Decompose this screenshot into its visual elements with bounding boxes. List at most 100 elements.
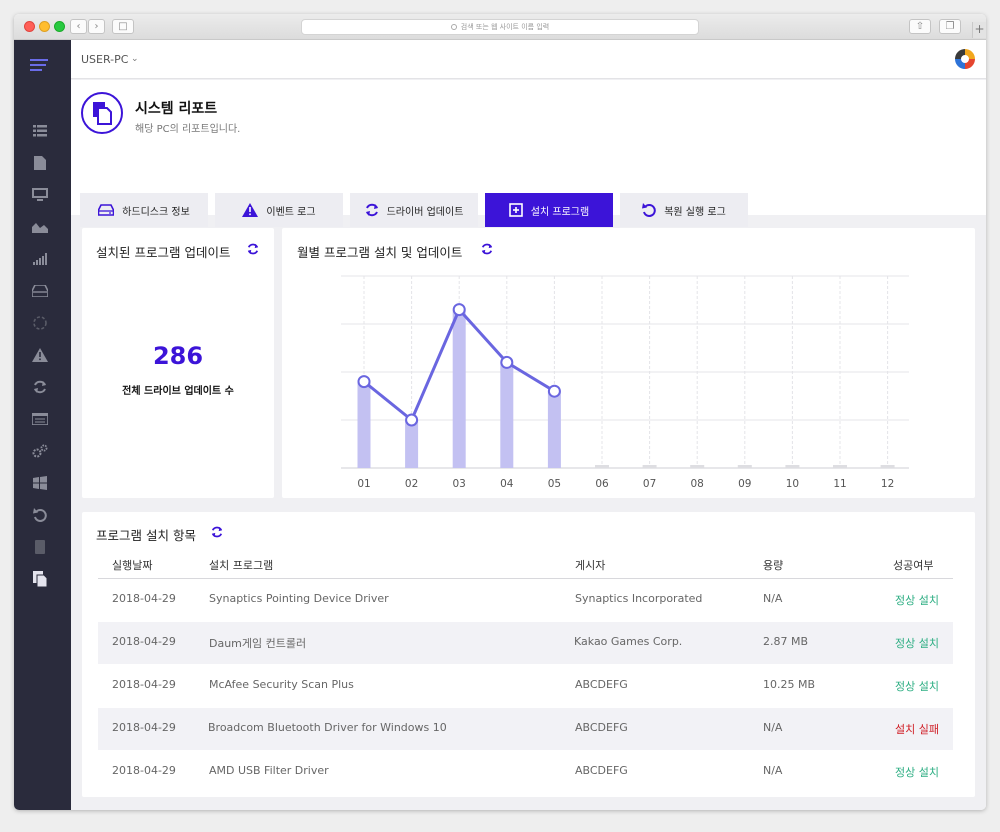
- x-tick-label: 04: [500, 478, 514, 490]
- x-tick-label: 03: [453, 478, 466, 490]
- cell-status: 정상 설치: [895, 766, 939, 779]
- cell-program: Synaptics Pointing Device Driver: [209, 592, 389, 605]
- sidebar-toggle-icon[interactable]: □: [112, 19, 134, 34]
- cell-publisher: ABCDEFG: [575, 721, 628, 734]
- cell-status: 정상 설치: [895, 594, 939, 607]
- close-window-button[interactable]: [24, 21, 35, 32]
- x-tick-label: 01: [357, 478, 370, 490]
- document-icon[interactable]: [31, 154, 49, 172]
- tab-label: 하드디스크 정보: [122, 206, 190, 218]
- minimize-window-button[interactable]: [39, 21, 50, 32]
- installed-programs-icon: [81, 92, 123, 134]
- refresh-icon[interactable]: [247, 243, 259, 255]
- update-count-value: 286: [152, 342, 204, 370]
- area-chart-icon[interactable]: [31, 218, 49, 236]
- chart-bar: [690, 465, 705, 468]
- tab-label: 드라이버 업데이트: [386, 206, 464, 218]
- menu-icon[interactable]: [30, 56, 48, 74]
- tab-restore-log[interactable]: 복원 실행 로그: [620, 193, 748, 227]
- table-row[interactable]: 2018-04-29 AMD USB Filter Driver ABCDEFG…: [98, 751, 953, 793]
- table-row[interactable]: 2018-04-29 McAfee Security Scan Plus ABC…: [98, 665, 953, 707]
- chart-bar: [880, 465, 895, 468]
- restore-icon[interactable]: [31, 506, 49, 524]
- gears-icon[interactable]: [31, 442, 49, 460]
- x-tick-label: 02: [405, 478, 418, 490]
- column-header[interactable]: 게시자: [575, 557, 605, 573]
- column-header[interactable]: 실행날짜: [112, 557, 152, 573]
- cell-publisher: Synaptics Incorporated: [575, 592, 703, 605]
- chart-bar: [405, 420, 419, 468]
- refresh-icon[interactable]: [211, 526, 223, 538]
- pc-selector-label[interactable]: USER-PC: [81, 53, 128, 66]
- cell-size: N/A: [763, 592, 783, 605]
- chevron-down-icon[interactable]: ⌄: [131, 54, 139, 64]
- column-header[interactable]: 성공여부: [893, 557, 933, 573]
- cell-date: 2018-04-29: [112, 721, 176, 734]
- tab-driver-update[interactable]: 드라이버 업데이트: [350, 193, 478, 227]
- column-header[interactable]: 설치 프로그램: [209, 557, 273, 573]
- main-content: USER-PC ⌄ 시스템 리포트 해당 PC의 리포트입니다. 하드디스크 정…: [71, 40, 986, 810]
- memory-icon[interactable]: [31, 538, 49, 556]
- pie-chart-icon[interactable]: [31, 314, 49, 332]
- cell-date: 2018-04-29: [112, 635, 176, 648]
- tabs-overview-icon[interactable]: ❐: [939, 19, 961, 34]
- update-count-label: 전체 드라이브 업데이트 수: [122, 386, 234, 397]
- cell-publisher: ABCDEFG: [575, 764, 628, 777]
- cell-date: 2018-04-29: [112, 678, 176, 691]
- update-count-card: 설치된 프로그램 업데이트 286 전체 드라이브 업데이트 수: [82, 228, 274, 498]
- list-icon[interactable]: [31, 122, 49, 140]
- x-tick-label: 11: [833, 478, 846, 490]
- cell-status: 정상 설치: [895, 680, 939, 693]
- address-placeholder: 검색 또는 웹 사이트 이름 입력: [460, 23, 550, 31]
- plus-box-icon: [508, 203, 523, 217]
- installed-programs-icon[interactable]: [31, 570, 49, 588]
- signal-bars-icon[interactable]: [31, 250, 49, 268]
- chart-bar: [547, 391, 561, 468]
- cell-status: 정상 설치: [895, 637, 939, 650]
- new-tab-button[interactable]: +: [972, 22, 986, 38]
- cell-program: Daum게임 컨트롤러: [209, 637, 307, 650]
- chart-bar: [452, 309, 466, 468]
- warning-icon: [242, 203, 259, 217]
- refresh-icon[interactable]: [31, 378, 49, 396]
- forward-icon[interactable]: ›: [88, 19, 105, 34]
- cell-publisher: ABCDEFG: [575, 678, 628, 691]
- cell-size: 10.25 MB: [763, 678, 816, 691]
- warning-icon[interactable]: [31, 346, 49, 364]
- browser-window: ‹ › □ 검색 또는 웹 사이트 이름 입력 ⇧ ❐ + USER-PC ⌄ …: [14, 14, 986, 810]
- chart-bar: [833, 465, 847, 468]
- hdd-icon: [98, 204, 115, 216]
- x-tick-label: 06: [595, 478, 609, 490]
- tab-hdd-info[interactable]: 하드디스크 정보: [80, 193, 208, 227]
- x-tick-label: 12: [881, 478, 894, 490]
- table-row[interactable]: 2018-04-29 Daum게임 컨트롤러 Kakao Games Corp.…: [98, 622, 953, 664]
- share-icon[interactable]: ⇧: [909, 19, 931, 34]
- x-tick-label: 10: [786, 478, 799, 490]
- table-row[interactable]: 2018-04-29 Broadcom Bluetooth Driver for…: [98, 708, 953, 750]
- windows-icon[interactable]: [31, 474, 49, 492]
- program-install-card: 프로그램 설치 항목 실행날짜 설치 프로그램 게시자 용량 성공여부 2018…: [82, 512, 975, 797]
- table-row[interactable]: 2018-04-29 Synaptics Pointing Device Dri…: [98, 579, 953, 621]
- column-header[interactable]: 용량: [763, 557, 783, 573]
- address-bar[interactable]: 검색 또는 웹 사이트 이름 입력: [301, 19, 699, 35]
- cell-size: 2.87 MB: [763, 635, 809, 648]
- chart-bar: [595, 465, 609, 468]
- chart-bar: [785, 465, 800, 468]
- cell-size: N/A: [763, 721, 783, 734]
- tab-event-log[interactable]: 이벤트 로그: [215, 193, 343, 227]
- chart-point: [500, 355, 514, 369]
- maximize-window-button[interactable]: [54, 21, 65, 32]
- hdd-icon[interactable]: [31, 282, 49, 300]
- window-list-icon[interactable]: [31, 410, 49, 428]
- chart-bar: [500, 362, 514, 468]
- monthly-chart: 01 02 03 04 05 06 07 08 09 10 11 12: [341, 275, 909, 490]
- tab-installed-programs[interactable]: 설치 프로그램: [485, 193, 613, 227]
- chart-point: [452, 303, 466, 317]
- chart-bar: [737, 465, 752, 468]
- back-icon[interactable]: ‹: [70, 19, 87, 34]
- page-subtitle: 해당 PC의 리포트입니다.: [135, 124, 241, 135]
- chart-bar: [357, 381, 371, 468]
- monitor-icon[interactable]: [31, 186, 49, 204]
- restore-icon: [642, 203, 656, 217]
- cell-program: McAfee Security Scan Plus: [209, 678, 354, 691]
